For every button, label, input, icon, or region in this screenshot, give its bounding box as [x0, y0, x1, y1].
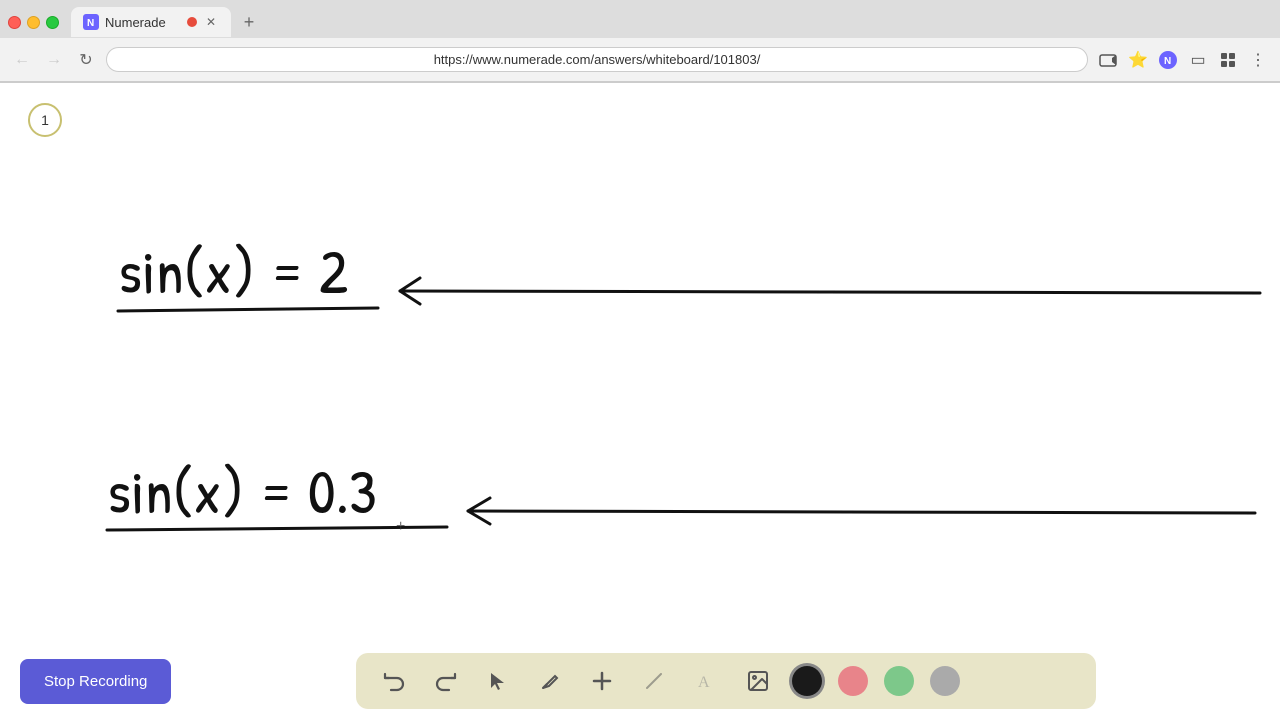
color-green[interactable]: [884, 666, 914, 696]
pen-tool-button[interactable]: [532, 663, 568, 699]
bookmark-icon[interactable]: ⭐: [1126, 48, 1150, 72]
window-icon[interactable]: ▭: [1186, 48, 1210, 72]
new-tab-button[interactable]: +: [235, 8, 263, 36]
bottom-bar: Stop Recording: [0, 641, 1280, 721]
close-window-button[interactable]: [8, 16, 21, 29]
svg-text:A: A: [698, 674, 710, 691]
color-pink[interactable]: [838, 666, 868, 696]
minimize-window-button[interactable]: [27, 16, 40, 29]
menu-icon[interactable]: ⋮: [1246, 48, 1270, 72]
url-field[interactable]: https://www.numerade.com/answers/whitebo…: [106, 47, 1088, 72]
tab-favicon: N: [83, 14, 99, 30]
recording-indicator: [187, 17, 197, 27]
camera-icon[interactable]: [1096, 48, 1120, 72]
maximize-window-button[interactable]: [46, 16, 59, 29]
redo-button[interactable]: [428, 663, 464, 699]
whiteboard-area: 1 sin(x) = 2 sin(x) = 0.3 + Stop Recordi…: [0, 83, 1280, 721]
traffic-lights: [8, 16, 59, 29]
browser-actions: ⭐ N ▭ ⋮: [1096, 48, 1270, 72]
select-tool-button[interactable]: [480, 663, 516, 699]
browser-chrome: N Numerade ✕ + ← → ↻ https://www.numerad…: [0, 0, 1280, 83]
add-button[interactable]: [584, 663, 620, 699]
forward-button[interactable]: →: [42, 48, 66, 72]
svg-text:sin(x) = 0.3: sin(x) = 0.3: [107, 449, 377, 533]
color-black[interactable]: [792, 666, 822, 696]
back-button[interactable]: ←: [10, 48, 34, 72]
tab-title: Numerade: [105, 15, 166, 30]
tab-bar: N Numerade ✕ +: [0, 0, 1280, 38]
image-tool-button[interactable]: [740, 663, 776, 699]
eraser-button[interactable]: [636, 663, 672, 699]
active-tab[interactable]: N Numerade ✕: [71, 7, 231, 37]
svg-text:N: N: [1164, 56, 1171, 67]
svg-text:sin(x) = 2: sin(x) = 2: [118, 229, 348, 313]
color-gray[interactable]: [930, 666, 960, 696]
numerade-extension-icon[interactable]: N: [1156, 48, 1180, 72]
text-tool-button[interactable]: A: [688, 663, 724, 699]
address-bar: ← → ↻ https://www.numerade.com/answers/w…: [0, 38, 1280, 82]
svg-text:+: +: [396, 518, 405, 535]
stop-recording-button[interactable]: Stop Recording: [20, 659, 171, 704]
whiteboard-svg: sin(x) = 2 sin(x) = 0.3 +: [0, 83, 1280, 721]
svg-text:N: N: [87, 18, 94, 29]
extensions-icon[interactable]: [1216, 48, 1240, 72]
drawing-toolbar: A: [356, 653, 1096, 709]
tab-close-button[interactable]: ✕: [203, 14, 219, 30]
reload-button[interactable]: ↻: [74, 48, 98, 72]
undo-button[interactable]: [376, 663, 412, 699]
